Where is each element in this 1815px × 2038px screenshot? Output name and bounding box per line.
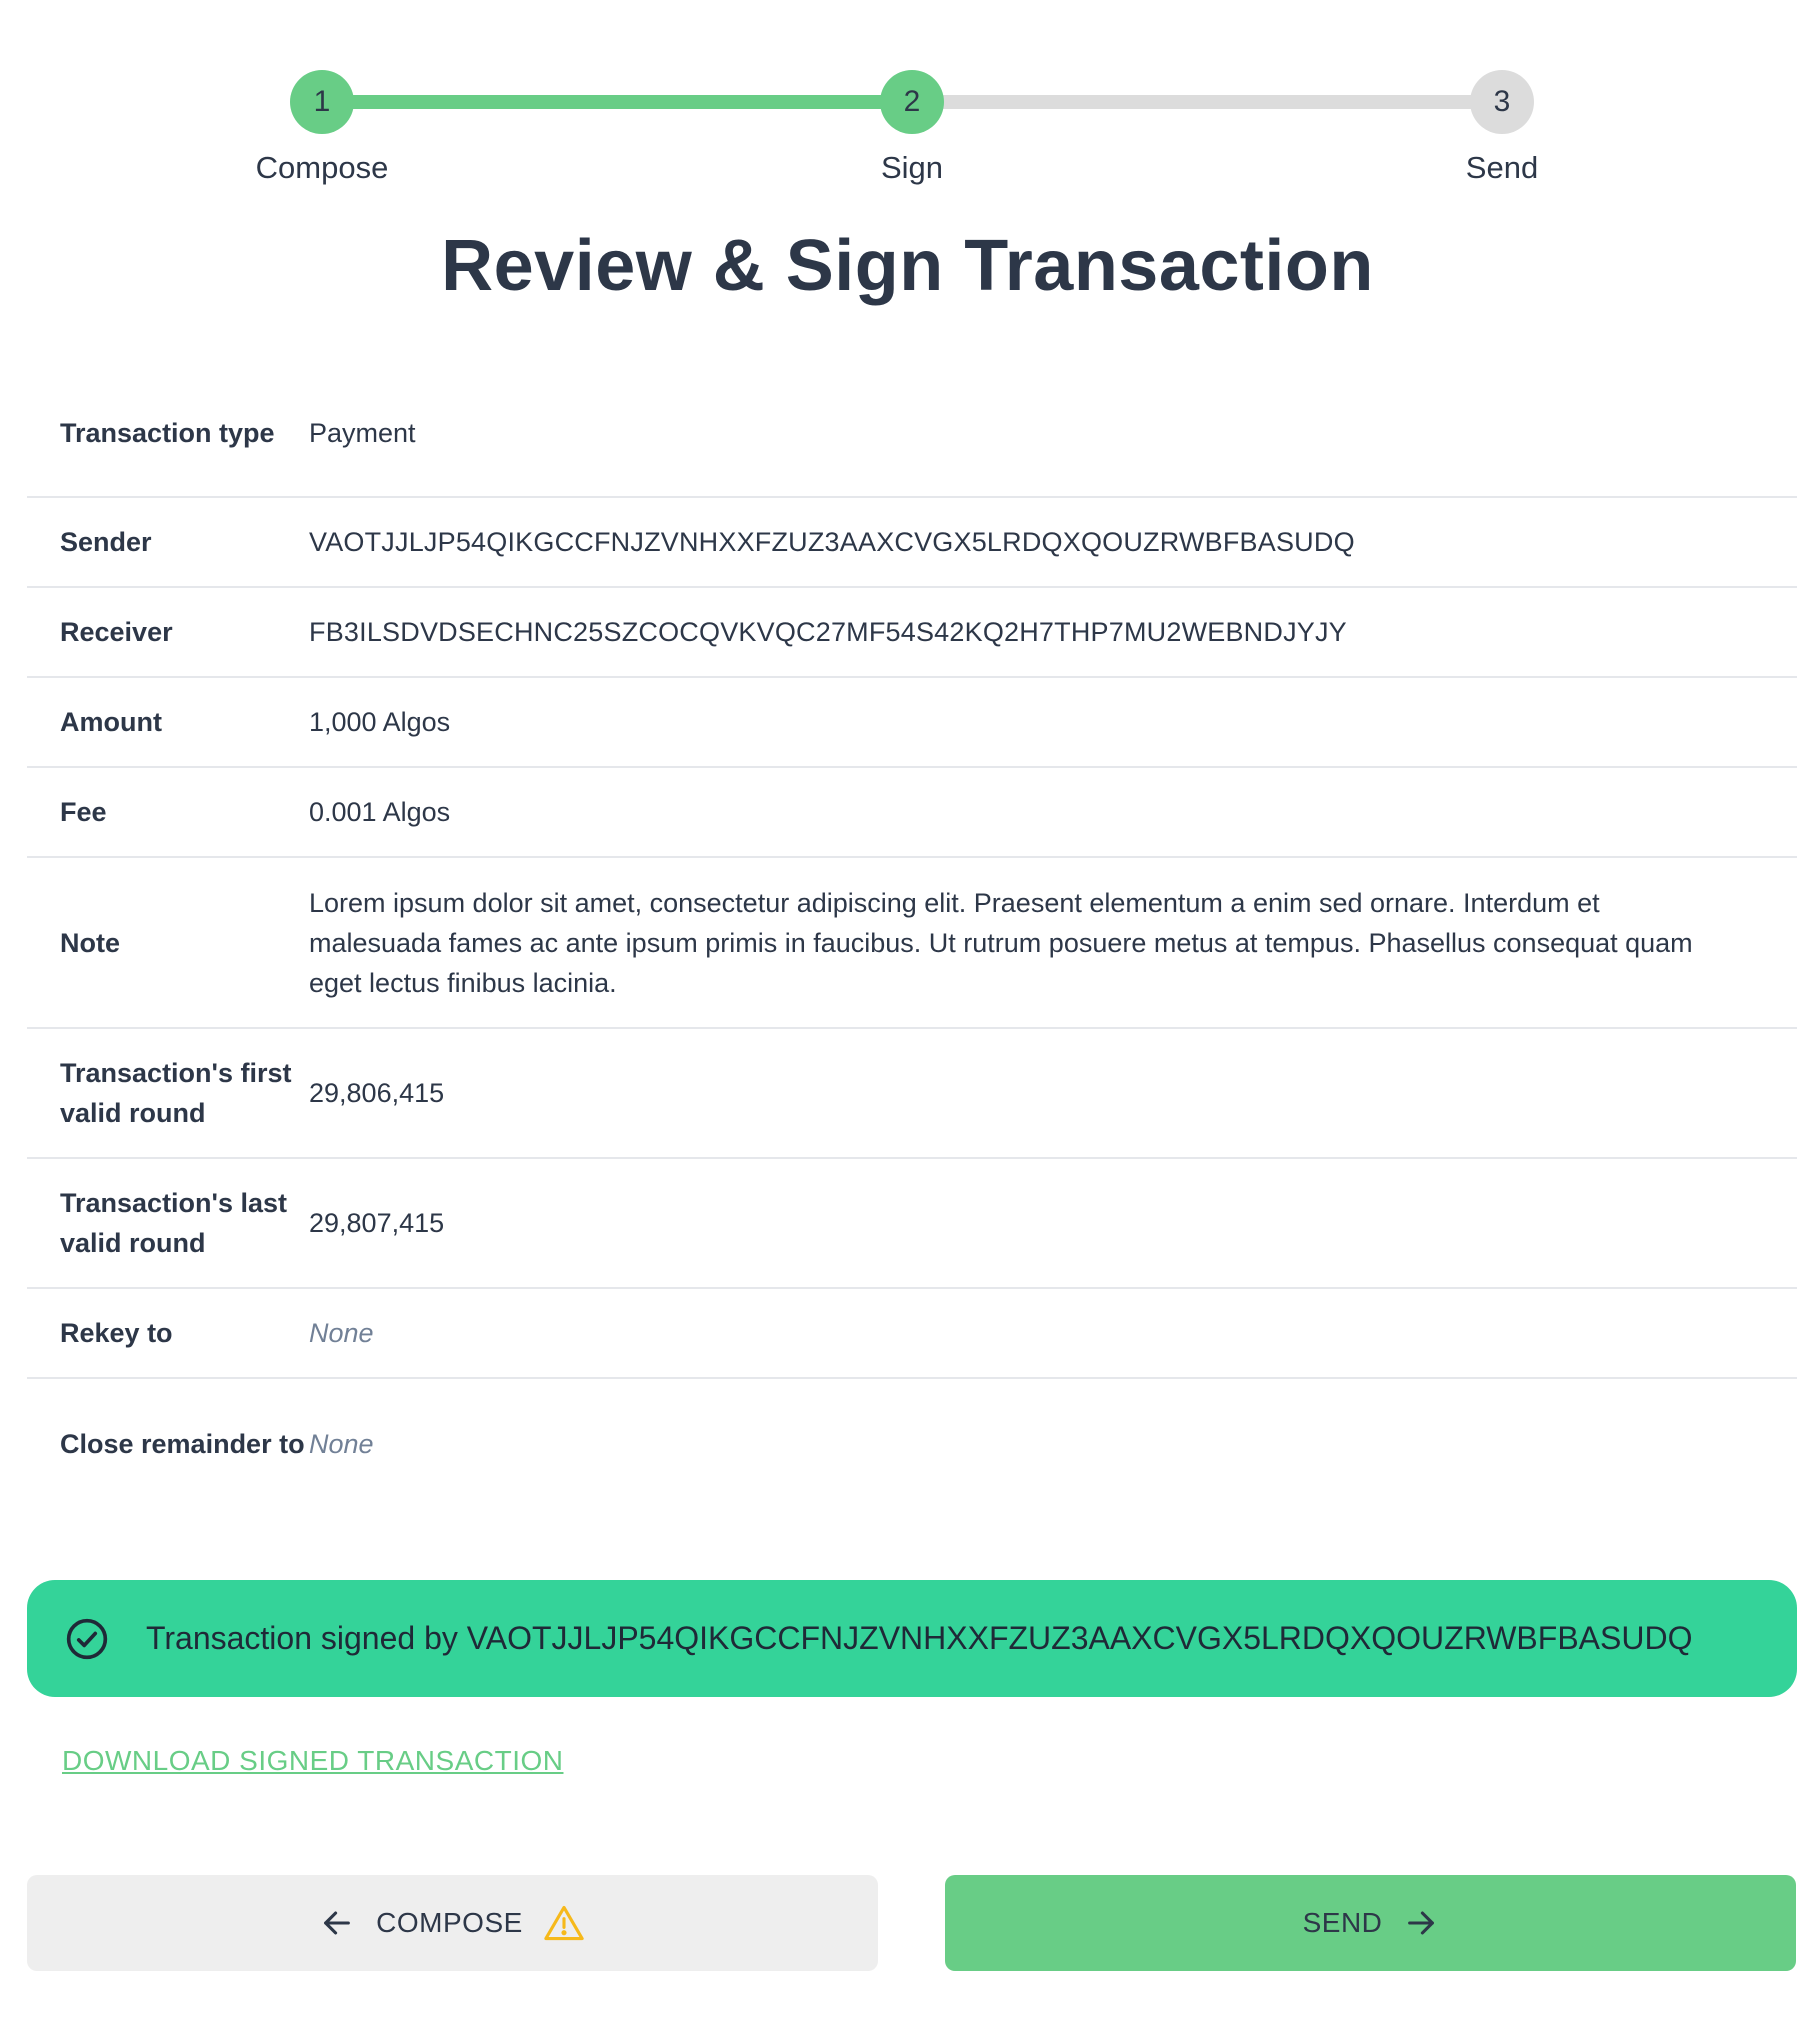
detail-value: FB3ILSDVDSECHNC25SZCOCQVKVQC27MF54S42KQ2… (309, 617, 1347, 647)
detail-value: 29,807,415 (309, 1208, 445, 1238)
detail-label: Transaction's last valid round (60, 1188, 288, 1258)
detail-value: 29,806,415 (309, 1078, 445, 1108)
arrow-left-icon (324, 1911, 351, 1935)
detail-value: Lorem ipsum dolor sit amet, consectetur … (309, 887, 1693, 998)
step-sign-label: Sign (880, 150, 944, 185)
detail-value: VAOTJJLJP54QIKGCCFNJZVNHXXFZUZ3AAXCVGX5L… (309, 527, 1355, 557)
detail-value: 0.001 Algos (309, 797, 451, 827)
stepper-connector-2-3 (912, 95, 1502, 109)
compose-button[interactable]: COMPOSE (27, 1875, 878, 1971)
detail-value: None (309, 1429, 374, 1459)
detail-label: Rekey to (60, 1318, 173, 1348)
detail-label: Transaction's first valid round (60, 1058, 292, 1128)
step-number: 2 (903, 85, 921, 118)
send-button[interactable]: SEND (945, 1875, 1796, 1971)
detail-row-transaction-type: Transaction type Payment (27, 370, 1797, 498)
step-number: 3 (1493, 85, 1511, 118)
arrow-right-icon (1408, 1911, 1435, 1935)
progress-stepper: 1 2 3 Compose Sign Send (0, 0, 1815, 200)
detail-label: Fee (60, 797, 107, 827)
detail-row-fee: Fee 0.001 Algos (27, 768, 1797, 858)
transaction-details-table: Transaction type Payment Sender VAOTJJLJ… (27, 370, 1797, 1509)
check-circle-icon (66, 1618, 108, 1659)
detail-value: None (309, 1318, 374, 1348)
detail-label: Close remainder to (60, 1429, 305, 1459)
detail-value: Payment (309, 418, 416, 448)
detail-row-amount: Amount 1,000 Algos (27, 678, 1797, 768)
stepper-connector-1-2 (322, 95, 912, 109)
signed-success-banner: Transaction signed by VAOTJJLJP54QIKGCCF… (27, 1580, 1797, 1697)
compose-button-label: COMPOSE (376, 1907, 523, 1938)
detail-label: Transaction type (60, 418, 275, 448)
detail-row-rekey-to: Rekey to None (27, 1289, 1797, 1379)
step-compose-label: Compose (255, 150, 389, 185)
detail-row-first-valid-round: Transaction's first valid round 29,806,4… (27, 1029, 1797, 1159)
detail-row-sender: Sender VAOTJJLJP54QIKGCCFNJZVNHXXFZUZ3AA… (27, 498, 1797, 588)
step-number: 1 (313, 85, 331, 118)
detail-label: Note (60, 927, 120, 958)
detail-row-receiver: Receiver FB3ILSDVDSECHNC25SZCOCQVKVQC27M… (27, 588, 1797, 678)
download-signed-transaction-link[interactable]: DOWNLOAD SIGNED TRANSACTION (62, 1745, 563, 1777)
send-button-label: SEND (1302, 1907, 1383, 1938)
page-title: Review & Sign Transaction (441, 226, 1374, 306)
banner-message: Transaction signed by VAOTJJLJP54QIKGCCF… (146, 1620, 1693, 1656)
detail-row-last-valid-round: Transaction's last valid round 29,807,41… (27, 1159, 1797, 1289)
detail-row-note: Note Lorem ipsum dolor sit amet, consect… (27, 858, 1797, 1029)
warning-icon (544, 1905, 584, 1941)
step-compose-circle: 1 (290, 70, 354, 134)
step-send-circle: 3 (1470, 70, 1534, 134)
detail-label: Sender (60, 527, 152, 557)
detail-label: Receiver (60, 617, 173, 647)
detail-label: Amount (60, 707, 162, 737)
step-sign-circle: 2 (880, 70, 944, 134)
step-send-label: Send (1465, 150, 1539, 185)
detail-value: 1,000 Algos (309, 707, 451, 737)
detail-row-close-remainder-to: Close remainder to None (27, 1379, 1797, 1509)
